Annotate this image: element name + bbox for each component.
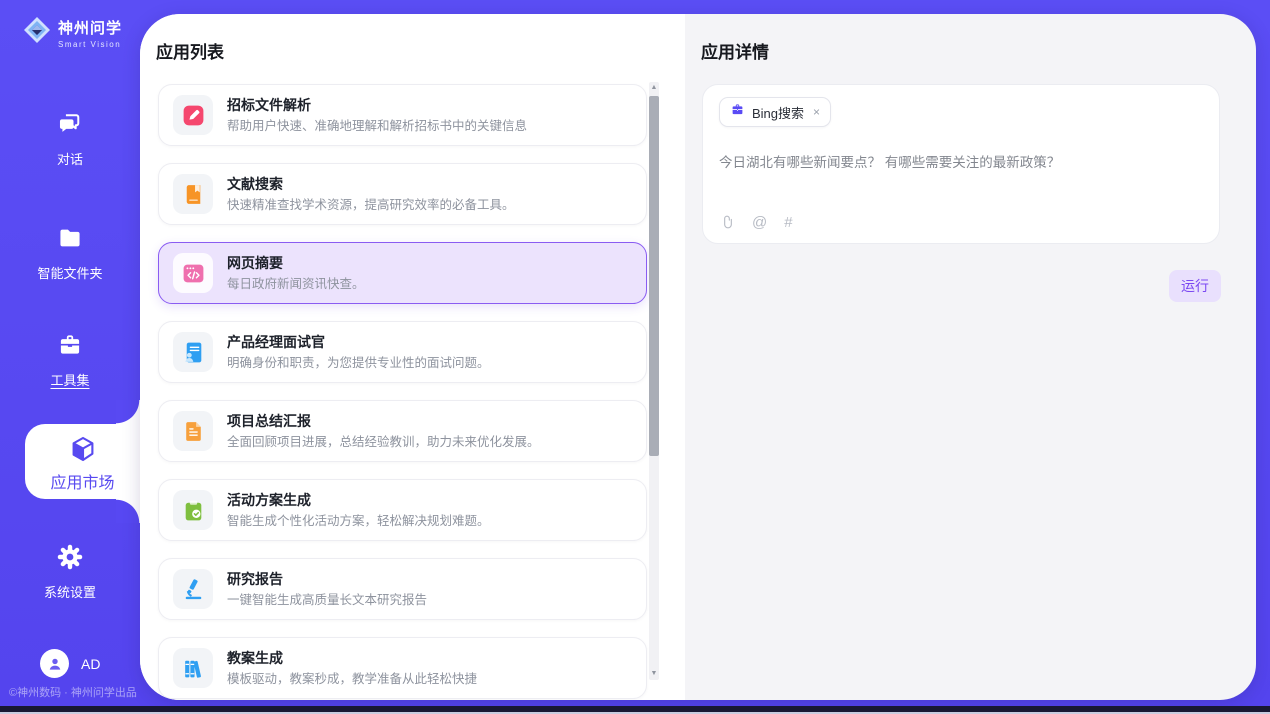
app-detail-title: 应用详情 [701, 38, 769, 63]
browser-code-icon [173, 253, 213, 293]
main-container: 应用列表 招标文件解析 帮助用户快速、准确地理解和解析招标书中的关键信息 文献搜… [140, 14, 1256, 700]
edit-square-icon [173, 95, 213, 135]
copyright-footer: ©神州数码 · 神州问学出品 [9, 684, 139, 700]
tool-tag-label: Bing搜索 [752, 103, 804, 122]
tag-close-icon[interactable]: × [813, 105, 820, 119]
book-icon [173, 174, 213, 214]
app-card-desc: 全面回顾项目进展，总结经验教训，助力未来优化发展。 [227, 434, 540, 450]
sidebar-item-label: 应用市场 [50, 475, 114, 492]
sidebar-item-toolset[interactable]: 工具集 [0, 331, 140, 390]
scroll-up-icon[interactable]: ▲ [649, 82, 659, 94]
briefcase-icon [730, 102, 745, 122]
app-card-title: 项目总结汇报 [227, 412, 540, 431]
app-card-desc: 快速精准查找学术资源，提高研究效率的必备工具。 [227, 197, 515, 213]
app-logo: 神州问学 Smart Vision [22, 15, 122, 50]
app-card-desc: 帮助用户快速、准确地理解和解析招标书中的关键信息 [227, 118, 527, 134]
gear-icon [0, 543, 140, 576]
app-card-title: 文献搜索 [227, 175, 515, 194]
app-card[interactable]: 活动方案生成 智能生成个性化活动方案，轻松解决规划难题。 [158, 479, 647, 541]
app-card[interactable]: 招标文件解析 帮助用户快速、准确地理解和解析招标书中的关键信息 [158, 84, 647, 146]
app-card-title: 活动方案生成 [227, 491, 490, 510]
app-card[interactable]: 网页摘要 每日政府新闻资讯快查。 [158, 242, 647, 304]
scroll-down-icon[interactable]: ▼ [649, 668, 659, 680]
app-card-title: 教案生成 [227, 649, 477, 668]
brand-subtitle: Smart Vision [58, 40, 122, 49]
app-card-desc: 智能生成个性化活动方案，轻松解决规划难题。 [227, 513, 490, 529]
prompt-input-card: Bing搜索 × 今日湖北有哪些新闻要点？ 有哪些需要关注的最新政策？ @ # [702, 84, 1220, 244]
app-card[interactable]: 研究报告 一键智能生成高质量长文本研究报告 [158, 558, 647, 620]
folder-icon [0, 224, 140, 257]
tab-curve-bottom [116, 499, 140, 523]
brand-name: 神州问学 [58, 17, 122, 38]
app-list-panel: 应用列表 招标文件解析 帮助用户快速、准确地理解和解析招标书中的关键信息 文献搜… [140, 14, 685, 700]
app-card-desc: 一键智能生成高质量长文本研究报告 [227, 592, 427, 608]
tool-tag-bing-search[interactable]: Bing搜索 × [719, 97, 831, 127]
sidebar-item-label: 工具集 [50, 370, 89, 389]
prompt-query-text[interactable]: 今日湖北有哪些新闻要点？ 有哪些需要关注的最新政策？ [719, 151, 1199, 171]
sidebar-item-settings[interactable]: 系统设置 [0, 543, 140, 602]
cube-icon [25, 434, 140, 469]
hash-icon[interactable]: # [784, 214, 792, 231]
note-icon [173, 411, 213, 451]
user-initials: AD [81, 656, 100, 672]
user-account[interactable]: AD [40, 649, 100, 678]
attachment-toolbar: @ # [719, 214, 793, 231]
sidebar-item-smart-folders[interactable]: 智能文件夹 [0, 224, 140, 283]
toolbox-icon [0, 331, 140, 364]
app-card-title: 产品经理面试官 [227, 333, 490, 352]
sidebar-item-app-market[interactable]: 应用市场 [25, 424, 140, 499]
app-card-desc: 每日政府新闻资讯快查。 [227, 276, 365, 292]
app-card-desc: 模板驱动，教案秒成，教学准备从此轻松快捷 [227, 671, 477, 687]
paperclip-icon[interactable] [719, 214, 735, 231]
books-icon [173, 648, 213, 688]
scroll-thumb[interactable] [649, 96, 659, 456]
clipboard-check-icon [173, 490, 213, 530]
brand-diamond-icon [22, 15, 52, 50]
app-card[interactable]: 教案生成 模板驱动，教案秒成，教学准备从此轻松快捷 [158, 637, 647, 699]
sidebar: 神州问学 Smart Vision 对话 智能文件夹 工具集 [0, 0, 140, 706]
chat-icon [0, 110, 140, 143]
app-card-desc: 明确身份和职责，为您提供专业性的面试问题。 [227, 355, 490, 371]
sidebar-item-label: 智能文件夹 [37, 263, 102, 282]
sidebar-item-label: 对话 [57, 149, 83, 168]
microscope-icon [173, 569, 213, 609]
person-doc-icon [173, 332, 213, 372]
sidebar-item-chat[interactable]: 对话 [0, 110, 140, 169]
sidebar-item-label: 系统设置 [44, 582, 96, 601]
at-icon[interactable]: @ [752, 214, 767, 231]
app-card[interactable]: 文献搜索 快速精准查找学术资源，提高研究效率的必备工具。 [158, 163, 647, 225]
app-card-title: 招标文件解析 [227, 96, 527, 115]
tab-curve-top [116, 400, 140, 424]
app-card[interactable]: 产品经理面试官 明确身份和职责，为您提供专业性的面试问题。 [158, 321, 647, 383]
app-card-title: 研究报告 [227, 570, 427, 589]
app-card-title: 网页摘要 [227, 254, 365, 273]
app-card[interactable]: 项目总结汇报 全面回顾项目进展，总结经验教训，助力未来优化发展。 [158, 400, 647, 462]
scrollbar[interactable]: ▲ ▼ [649, 82, 659, 680]
app-detail-panel: 应用详情 Bing搜索 × 今日湖北有哪些新闻要点？ 有哪些需要关注的最新政策？ [685, 14, 1256, 700]
avatar [40, 649, 69, 678]
app-list-title: 应用列表 [156, 38, 224, 63]
app-card-list: 招标文件解析 帮助用户快速、准确地理解和解析招标书中的关键信息 文献搜索 快速精… [158, 84, 647, 700]
run-button[interactable]: 运行 [1169, 270, 1221, 302]
